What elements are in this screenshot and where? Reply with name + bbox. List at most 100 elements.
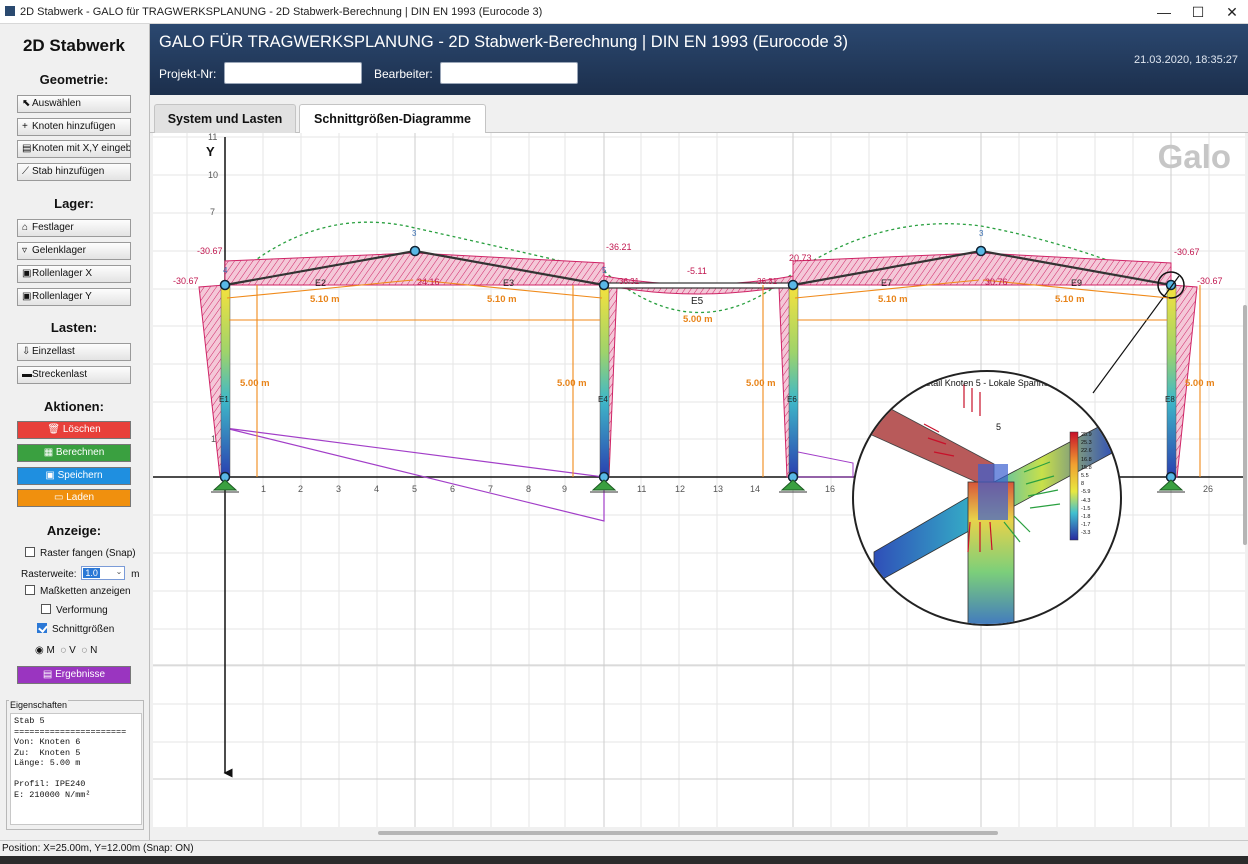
roller-y-icon: ▣ <box>22 291 32 302</box>
x-tick: 2 <box>298 484 304 494</box>
header-title: GALO FÜR TRAGWERKSPLANUNG - 2D Stabwerk-… <box>159 33 848 51</box>
y-tick: 10 <box>208 170 219 180</box>
verformung-checkbox[interactable]: Verformung <box>41 604 108 616</box>
element-label: E1 <box>219 395 229 404</box>
projekt-input[interactable] <box>224 62 362 84</box>
speichern-button[interactable]: ▣ Speichern <box>17 467 131 485</box>
geometrie-heading: Geometrie: <box>39 72 109 87</box>
snap-checkbox-box[interactable] <box>25 547 35 557</box>
app-header: GALO FÜR TRAGWERKSPLANUNG - 2D Stabwerk-… <box>150 24 1248 95</box>
berechnen-button[interactable]: ▦ Berechnen <box>17 444 131 462</box>
normal-force-diagram-right <box>792 450 854 478</box>
laden-button[interactable]: ▭ Laden <box>17 489 131 507</box>
einzellast-button[interactable]: ⇩ Einzellast <box>17 343 131 361</box>
node-label: 3 <box>979 229 984 238</box>
x-tick: 11 <box>637 484 647 494</box>
rollenlager-x-button[interactable]: ▣Rollenlager X <box>17 265 131 283</box>
element-label: E7 <box>881 278 893 288</box>
gelenklager-button[interactable]: ▿ Gelenklager <box>17 242 131 260</box>
masskette-checkbox[interactable]: Maßketten anzeigen <box>25 585 131 597</box>
fixed-support-icon: ⌂ <box>22 222 29 233</box>
element-label: E5 <box>691 296 704 307</box>
minimize-button[interactable]: — <box>1149 3 1179 21</box>
tab-schnittgroessen[interactable]: Schnittgrößen-Diagramme <box>299 104 486 134</box>
properties-text: Stab 5 ====================== Von: Knote… <box>10 713 142 825</box>
hinge-support-icon: ▿ <box>22 245 28 256</box>
moment-value: 36.31 <box>619 277 640 286</box>
tab-bar: System und Lasten Schnittgrößen-Diagramm… <box>150 95 1248 134</box>
taskbar <box>0 856 1248 864</box>
verformung-checkbox-box[interactable] <box>41 604 51 614</box>
radio-group: ◉ M ◌ V ◌ N <box>35 645 97 656</box>
x-tick: 9 <box>562 484 568 494</box>
x-tick: 6 <box>450 484 456 494</box>
dimension-label: 5.10 m <box>487 294 517 305</box>
anzeige-heading: Anzeige: <box>46 523 102 538</box>
y-tick: 7 <box>210 207 216 217</box>
loeschen-button[interactable]: 🗑 Löschen <box>17 421 131 439</box>
dimension-label: 5.00 m <box>746 378 776 389</box>
lasten-heading: Lasten: <box>50 320 98 335</box>
maximize-button[interactable]: ☐ <box>1183 3 1213 21</box>
sidebar: 2D Stabwerk Geometrie: ⬉ Auswählen + Knote… <box>0 24 150 840</box>
schnittgroessen-checkbox-box[interactable] <box>37 623 47 633</box>
radio-n[interactable]: ◌ N <box>81 645 97 656</box>
dimension-label: 5.10 m <box>878 294 908 305</box>
snap-checkbox[interactable]: Raster fangen (Snap) <box>25 547 136 559</box>
rasterweite-unit: m <box>131 569 140 580</box>
dimension-label: 5.00 m <box>683 314 713 325</box>
drawing-canvas[interactable]: Galo Y 11 10 7 1 1 2 3 4 5 6 7 8 9 11 12… <box>153 133 1245 827</box>
auswaehlen-button[interactable]: ⬉ Auswählen <box>17 95 131 113</box>
window-titlebar: 2D Stabwerk - GALO für TRAGWERKSPLANUNG … <box>0 0 1248 24</box>
x-tick: 5 <box>412 484 418 494</box>
moment-value: -30.67 <box>173 276 199 286</box>
results-icon: ▤ <box>42 669 56 680</box>
radio-m[interactable]: ◉ M <box>35 645 55 656</box>
vertical-scrollbar[interactable] <box>1243 305 1247 545</box>
point-load-icon: ⇩ <box>22 346 31 357</box>
festlager-button[interactable]: ⌂ Festlager <box>17 219 131 237</box>
moment-value: 24.16 <box>417 277 440 287</box>
schnittgroessen-checkbox[interactable]: Schnittgrößen <box>37 623 114 635</box>
element-label: E8 <box>1165 395 1175 404</box>
dimension-label: 5.10 m <box>1055 294 1085 305</box>
moment-value: 30.76 <box>985 277 1008 287</box>
horizontal-scrollbar[interactable] <box>150 827 1248 839</box>
x-tick: 13 <box>713 484 724 494</box>
stab-hinzufuegen-button[interactable]: ⟋ Stab hinzufügen <box>17 163 131 181</box>
knoten-hinzufuegen-button[interactable]: + Knoten hinzufügen <box>17 118 131 136</box>
bearbeiter-input[interactable] <box>440 62 578 84</box>
element-label: E3 <box>503 278 515 288</box>
detail-knoten-5: Detail Knoten 5 - Lokale Spannung 5 25.9… <box>852 370 1122 626</box>
detail-title: Detail Knoten 5 - Lokale Spannung <box>919 378 1059 388</box>
rasterweite-label: Rasterweite: <box>21 569 77 580</box>
chevron-down-icon[interactable]: ⌄ <box>116 567 123 576</box>
table-icon: ▤ <box>22 143 32 154</box>
y-tick: 11 <box>208 133 218 142</box>
window-title: 2D Stabwerk - GALO für TRAGWERKSPLANUNG … <box>20 6 543 18</box>
rollenlager-y-button[interactable]: ▣Rollenlager Y <box>17 288 131 306</box>
masskette-checkbox-box[interactable] <box>25 585 35 595</box>
roller-x-icon: ▣ <box>22 268 32 279</box>
streckenlast-button[interactable]: ▬Streckenlast <box>17 366 131 384</box>
close-button[interactable]: ✕ <box>1217 3 1247 21</box>
horizontal-scrollbar-thumb[interactable] <box>378 831 998 835</box>
dimension-label: 5.00 m <box>1185 378 1215 389</box>
ergebnisse-button[interactable]: ▤ Ergebnisse <box>17 666 131 684</box>
moment-value: -30.67 <box>1197 276 1223 286</box>
dimension-label: 5.10 m <box>310 294 340 305</box>
trash-icon: 🗑 <box>47 424 63 435</box>
x-tick: 4 <box>374 484 380 494</box>
save-icon: ▣ <box>45 470 58 481</box>
x-tick: 3 <box>336 484 342 494</box>
rasterweite-input[interactable]: 1.0 ⌄ <box>81 566 126 580</box>
cursor-icon: ⬉ <box>22 98 31 109</box>
tab-system-lasten[interactable]: System und Lasten <box>154 104 296 133</box>
rasterweite-row: Rasterweite: 1.0 ⌄ m <box>21 566 139 580</box>
element-label: E6 <box>787 395 797 404</box>
header-datetime: 21.03.2020, 18:35:27 <box>1134 54 1238 66</box>
status-bar: Position: X=25.00m, Y=12.00m (Snap: ON) <box>0 840 1248 856</box>
knoten-xy-button[interactable]: ▤Knoten mit X,Y eingebe <box>17 140 131 158</box>
radio-v[interactable]: ◌ V <box>60 645 75 656</box>
sidebar-title: 2D Stabwerk <box>22 36 126 55</box>
